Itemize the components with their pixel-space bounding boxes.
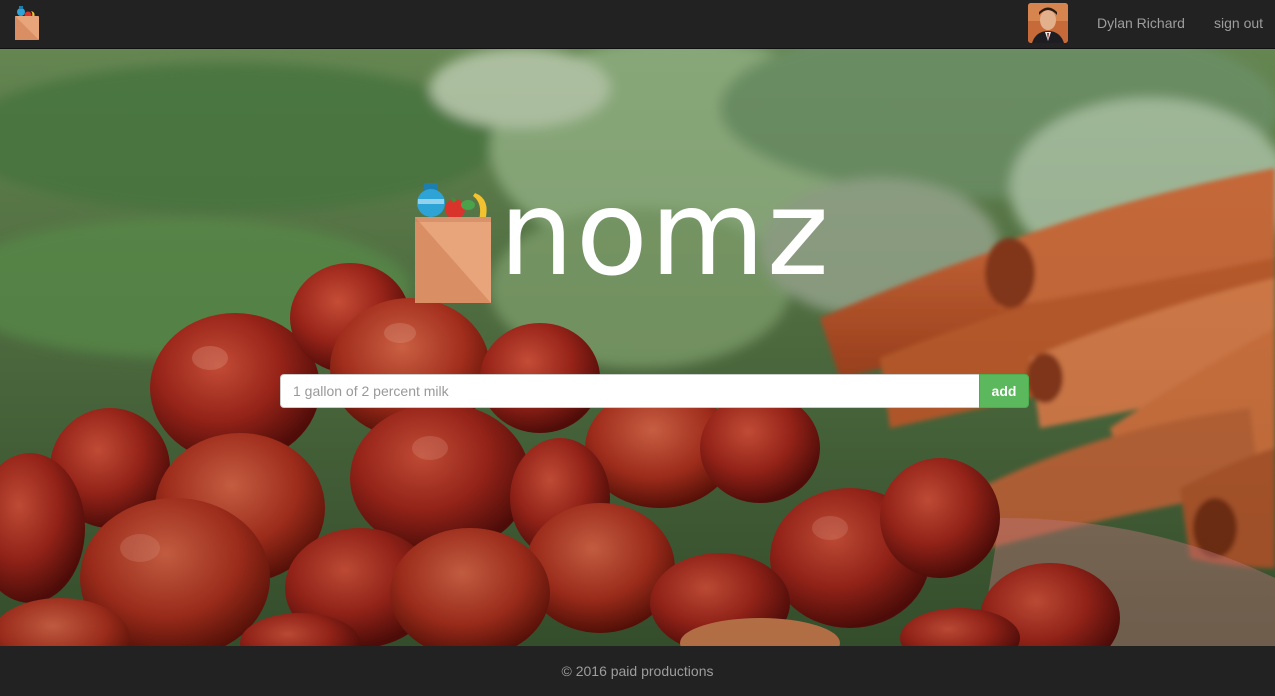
top-navbar: Dylan Richard sign out (0, 0, 1275, 49)
user-name[interactable]: Dylan Richard (1097, 15, 1185, 31)
footer: © 2016 paid productions (0, 646, 1275, 696)
add-item-form: add (280, 374, 1029, 408)
copyright-text: © 2016 paid productions (561, 663, 714, 679)
produce-background-image (0, 48, 1275, 646)
item-input[interactable] (280, 374, 979, 408)
add-button[interactable]: add (979, 374, 1029, 408)
brand-logo: nomz (413, 164, 883, 303)
brand-name: nomz (499, 164, 831, 302)
page: Dylan Richard sign out nomz 1 gallon of … (0, 0, 1275, 696)
avatar[interactable] (1028, 3, 1068, 43)
hero-section: nomz add (0, 48, 1275, 646)
sign-out-link[interactable]: sign out (1214, 15, 1263, 31)
grocery-bag-icon[interactable] (14, 4, 40, 40)
